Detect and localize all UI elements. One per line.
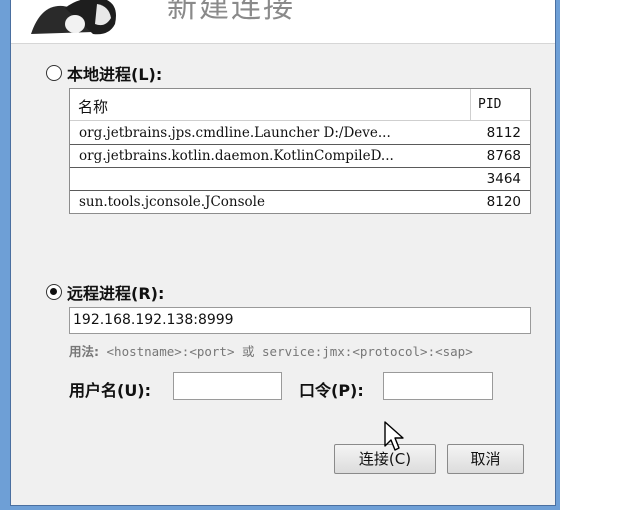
username-label: 用户名(U): [69,381,152,400]
usage-label: 用法: [69,344,99,359]
process-pid-cell: 8768 [486,148,521,164]
remote-host-input[interactable]: 192.168.192.138:8999 [69,307,531,334]
process-pid-cell: 3464 [486,171,521,187]
table-row[interactable]: 3464 [70,168,530,191]
process-pid-cell: 8112 [486,125,521,141]
name-column-header[interactable]: 名称 [78,96,108,117]
usage-text: <hostname>:<port> 或 service:jmx:<protoco… [106,344,473,359]
cancel-button[interactable]: 取消 [447,444,524,474]
process-pid-cell: 8120 [486,194,521,210]
password-field[interactable] [383,372,493,400]
remote-process-option[interactable]: 远程进程(R): [46,280,164,304]
password-label: 口令(P): [299,381,364,400]
new-connection-dialog: 新建连接 本地进程(L): 名称 PID org.jetbrains.jps.c… [10,0,556,506]
usage-hint: 用法: <hostname>:<port> 或 service:jmx:<pro… [69,341,473,360]
remote-process-radio[interactable] [46,284,62,300]
header-banner: 新建连接 [11,0,555,44]
remote-process-label: 远程进程(R): [67,284,165,303]
process-name-cell: org.jetbrains.kotlin.daemon.KotlinCompil… [79,148,394,164]
username-field[interactable] [173,372,282,400]
duke-mascot-icon [31,0,116,35]
local-process-table[interactable]: 名称 PID org.jetbrains.jps.cmdline.Launche… [69,88,531,214]
local-process-radio[interactable] [46,65,62,81]
window-frame: 新建连接 本地进程(L): 名称 PID org.jetbrains.jps.c… [0,0,560,510]
table-header: 名称 PID [70,89,530,121]
process-name-cell: sun.tools.jconsole.JConsole [79,194,265,210]
mouse-cursor-icon [384,421,404,451]
table-row[interactable]: org.jetbrains.jps.cmdline.Launcher D:/De… [70,122,530,145]
process-name-cell: org.jetbrains.jps.cmdline.Launcher D:/De… [79,125,391,141]
dialog-title: 新建连接 [167,0,295,25]
local-process-option[interactable]: 本地进程(L): [46,61,162,85]
table-row[interactable]: org.jetbrains.kotlin.daemon.KotlinCompil… [70,145,530,168]
table-row[interactable]: sun.tools.jconsole.JConsole 8120 [70,191,530,214]
local-process-label: 本地进程(L): [67,65,163,84]
pid-column-header[interactable]: PID [470,89,530,120]
